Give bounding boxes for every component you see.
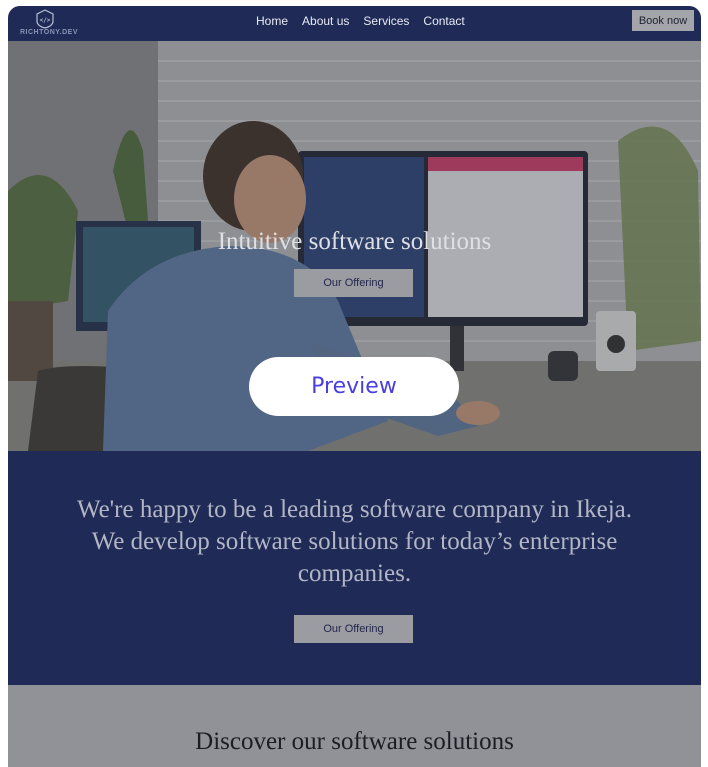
nav-link-home[interactable]: Home bbox=[256, 14, 288, 28]
about-section: We're happy to be a leading software com… bbox=[8, 451, 701, 685]
hero-offering-button[interactable]: Our Offering bbox=[294, 269, 413, 297]
discover-title: Discover our software solutions bbox=[195, 728, 514, 755]
nav-links: Home About us Services Contact bbox=[256, 14, 465, 28]
brand-logo[interactable]: </> RICHTONY.DEV bbox=[20, 9, 78, 39]
about-offering-button[interactable]: Our Offering bbox=[294, 615, 413, 643]
top-navigation: </> RICHTONY.DEV Home About us Services … bbox=[8, 6, 701, 41]
nav-link-about[interactable]: About us bbox=[302, 14, 349, 28]
about-text: We're happy to be a leading software com… bbox=[76, 496, 633, 587]
site-frame: </> RICHTONY.DEV Home About us Services … bbox=[8, 6, 701, 767]
brand-name: RICHTONY.DEV bbox=[20, 29, 78, 36]
discover-section: Discover our software solutions bbox=[8, 685, 701, 767]
nav-link-services[interactable]: Services bbox=[363, 14, 409, 28]
code-badge-icon: </> bbox=[36, 9, 54, 29]
svg-text:</>: </> bbox=[40, 17, 51, 24]
hero-title: Intuitive software solutions bbox=[217, 228, 492, 255]
nav-link-contact[interactable]: Contact bbox=[423, 14, 464, 28]
book-now-button[interactable]: Book now bbox=[632, 10, 694, 31]
hero-section: Intuitive software solutions Our Offerin… bbox=[8, 41, 701, 451]
preview-button[interactable]: Preview bbox=[249, 357, 459, 416]
